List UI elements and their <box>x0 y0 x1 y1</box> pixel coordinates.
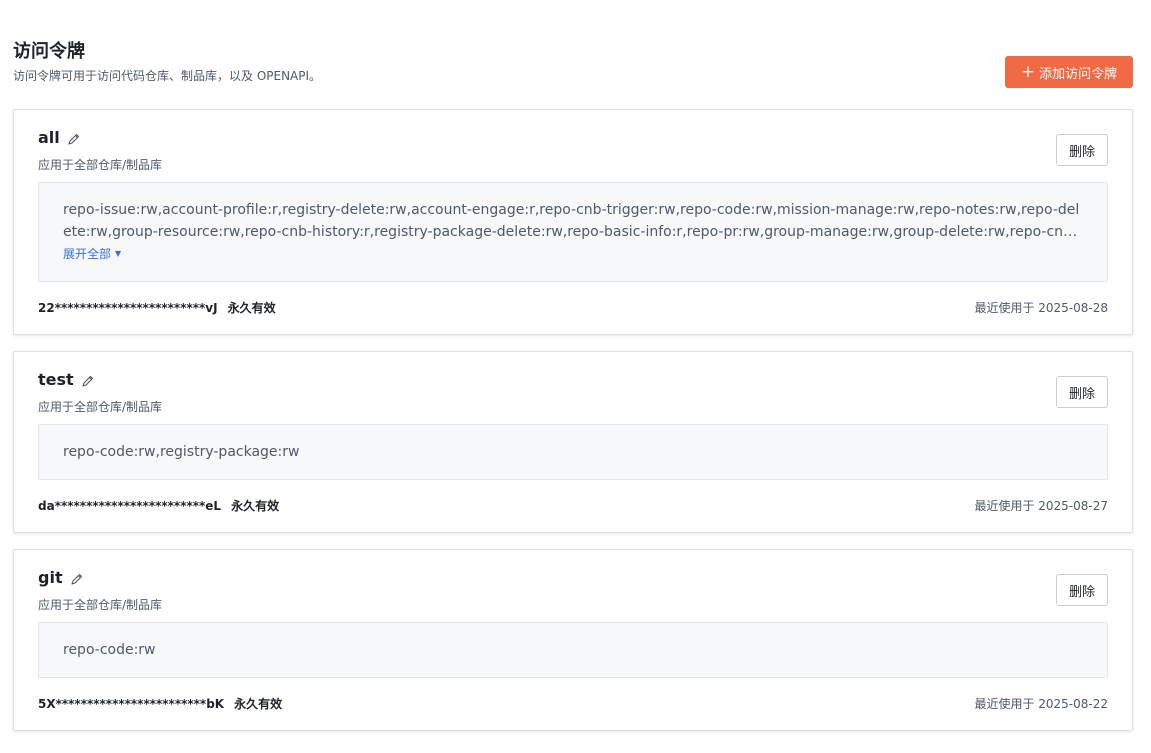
expand-all-label: 展开全部 <box>63 247 112 261</box>
delete-button[interactable]: 删除 <box>1056 574 1108 606</box>
token-name: git <box>38 568 63 587</box>
caret-down-icon: ▼ <box>115 249 122 258</box>
validity-label: 永久有效 <box>234 697 283 711</box>
last-used-label: 最近使用于 2025-08-27 <box>974 499 1108 513</box>
permissions-text: repo-issue:rw,account-profile:r,registry… <box>63 202 1080 240</box>
edit-pencil-icon[interactable] <box>67 131 81 145</box>
token-card: test 应用于全部仓库/制品库 删除 repo-code:rw,registr… <box>13 351 1133 533</box>
token-card: all 应用于全部仓库/制品库 删除 repo-issue:rw,account… <box>13 109 1133 335</box>
masked-token: da************************eL <box>38 498 222 513</box>
validity-label: 永久有效 <box>227 301 276 315</box>
token-scope-label: 应用于全部仓库/制品库 <box>38 400 163 414</box>
expand-all-link[interactable]: 展开全部 ▼ <box>63 245 121 262</box>
masked-token: 5X************************bK <box>38 696 225 711</box>
token-name: all <box>38 128 60 147</box>
last-used-label: 最近使用于 2025-08-28 <box>974 301 1108 315</box>
token-name: test <box>38 370 74 389</box>
masked-token: 22************************vJ <box>38 300 218 315</box>
permissions-box: repo-issue:rw,account-profile:r,registry… <box>38 182 1108 282</box>
page-title: 访问令牌 <box>13 41 85 62</box>
delete-button[interactable]: 删除 <box>1056 376 1108 408</box>
last-used-label: 最近使用于 2025-08-22 <box>974 697 1108 711</box>
edit-pencil-icon[interactable] <box>81 373 95 387</box>
delete-button[interactable]: 删除 <box>1056 134 1108 166</box>
add-token-button[interactable]: + 添加访问令牌 <box>1005 56 1133 88</box>
permissions-text: repo-code:rw,registry-package:rw <box>63 444 300 460</box>
permissions-box: repo-code:rw,registry-package:rw <box>38 424 1108 480</box>
page-description: 访问令牌可用于访问代码仓库、制品库，以及 OPENAPI。 <box>13 69 322 83</box>
validity-label: 永久有效 <box>231 499 280 513</box>
token-scope-label: 应用于全部仓库/制品库 <box>38 598 163 612</box>
permissions-text: repo-code:rw <box>63 642 156 658</box>
edit-pencil-icon[interactable] <box>70 571 84 585</box>
token-card: git 应用于全部仓库/制品库 删除 repo-code:rw 5X******… <box>13 549 1133 731</box>
add-token-button-label: 添加访问令牌 <box>1039 66 1118 82</box>
token-scope-label: 应用于全部仓库/制品库 <box>38 158 163 172</box>
plus-icon: + <box>1020 61 1036 82</box>
permissions-box: repo-code:rw <box>38 622 1108 678</box>
